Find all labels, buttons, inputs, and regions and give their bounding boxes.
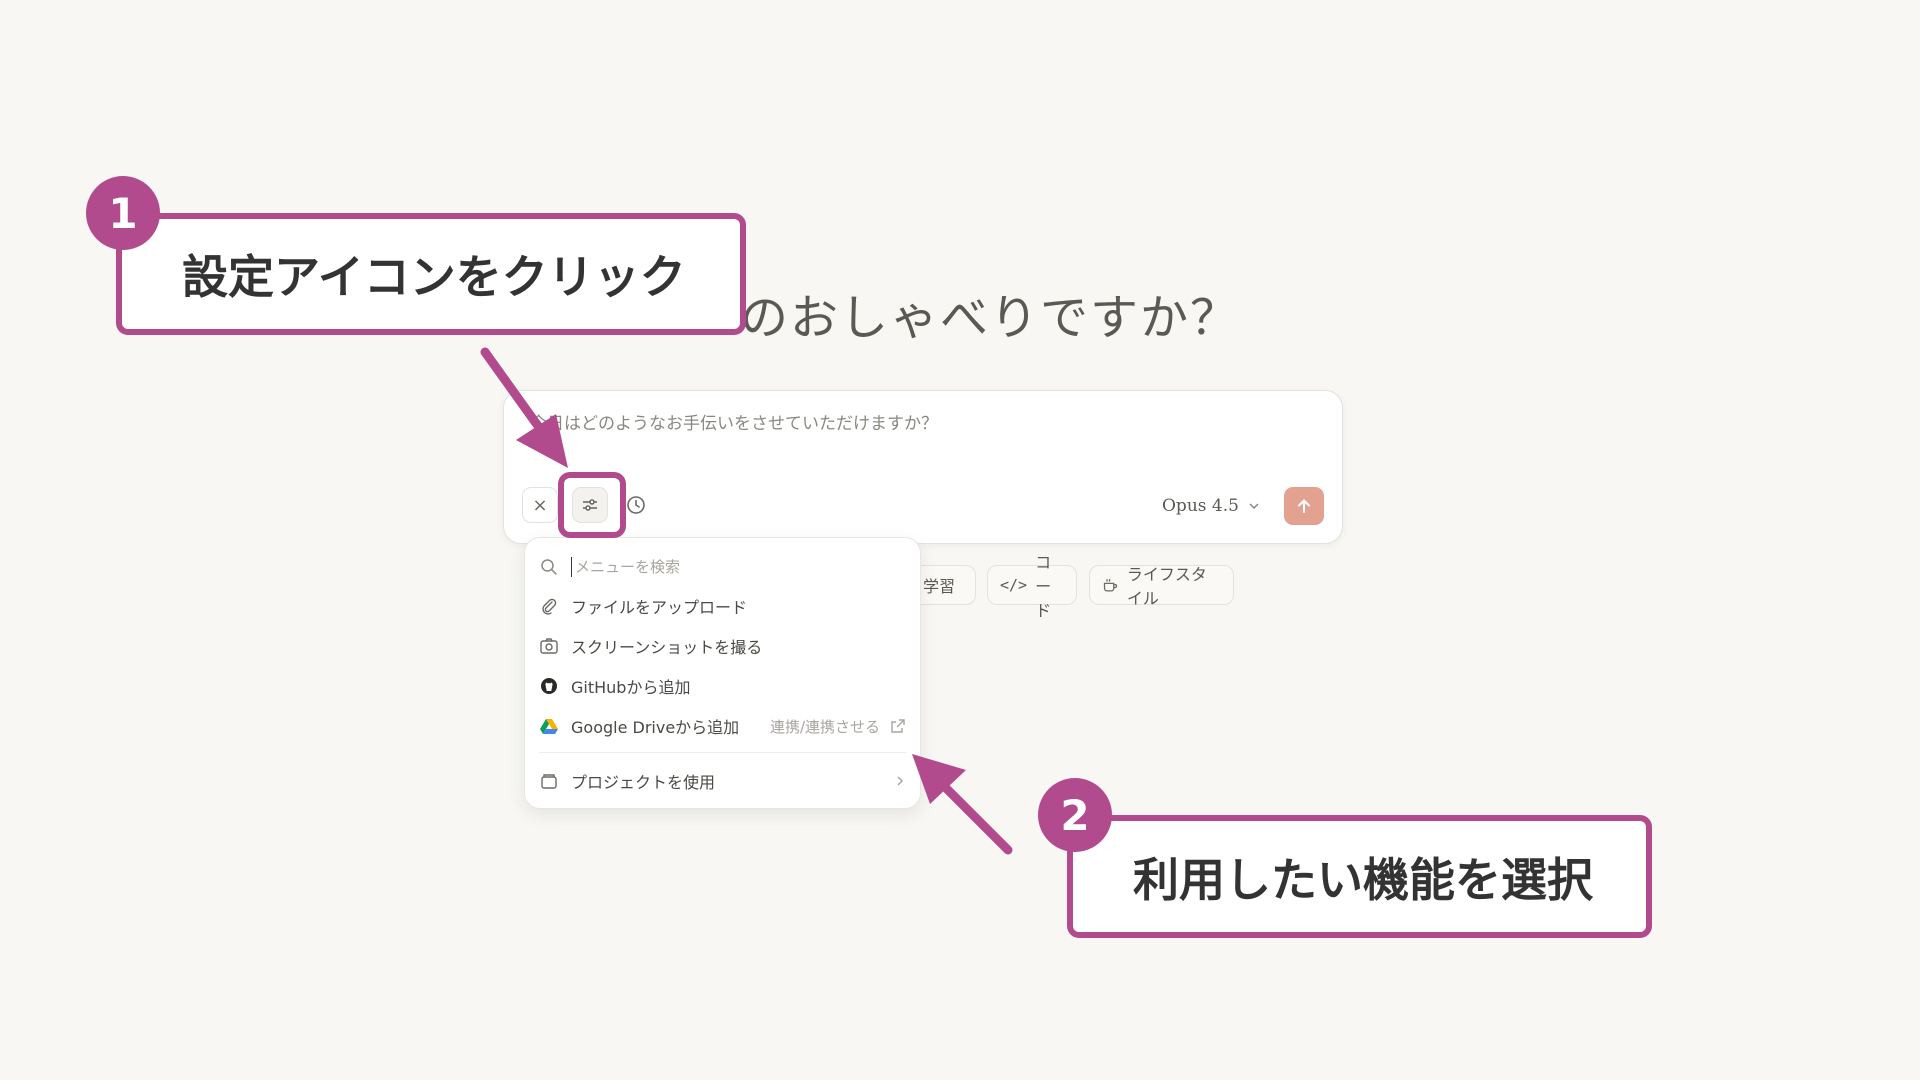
callout-step1-text: 設定アイコンをクリック [182,250,686,304]
menu-item-google-drive[interactable]: Google Driveから追加 連携/連携させる [539,707,906,745]
menu-search-input[interactable] [571,557,897,577]
chip-learn-label: 学習 [923,577,956,596]
menu-item-label: プロジェクトを使用 [571,773,716,792]
chip-code-label: コード [1035,553,1052,620]
callout-step2: 利用したい機能を選択 [1067,815,1652,938]
callout-step1: 設定アイコンをクリック [116,213,746,335]
connect-label: 連携/連携させる [769,717,880,736]
paperclip-icon [542,598,557,615]
project-box-icon [541,774,557,789]
google-drive-icon [540,719,558,734]
chip-code[interactable]: </> コード [987,553,1077,620]
menu-item-project[interactable]: プロジェクトを使用 [539,762,906,800]
settings-dropdown-menu: ファイルをアップロード スクリーンショットを撮る GitHubから追加 Goog… [524,537,921,809]
chat-input[interactable] [528,409,1292,439]
menu-item-label: スクリーンショットを撮る [571,638,763,657]
menu-item-screenshot[interactable]: スクリーンショットを撮る [539,627,906,665]
menu-item-label: Google Driveから追加 [571,718,740,737]
github-icon [541,678,557,694]
clock-icon [627,496,645,514]
menu-search [539,548,904,586]
close-menu-button[interactable]: × [522,487,558,523]
submenu-chevron [894,774,906,788]
step2-badge: 2 [1038,778,1112,852]
code-icon: </> [1000,576,1028,594]
settings-highlight-box [558,472,626,538]
callout-step2-text: 利用したい機能を選択 [1133,852,1593,907]
coffee-cup-icon [1103,579,1118,592]
step2-number: 2 [1060,790,1090,840]
external-link-icon [891,719,905,733]
menu-item-label: ファイルをアップロード [571,598,748,617]
chevron-down-icon [1249,503,1259,510]
menu-item-github[interactable]: GitHubから追加 [539,667,906,705]
chip-lifestyle[interactable]: ライフスタイル [1089,565,1234,608]
chevron-right-icon [897,776,904,786]
model-selector[interactable]: Opus 4.5 [1162,488,1272,524]
send-button[interactable] [1284,487,1324,525]
arrow-step2 [912,754,1013,855]
menu-item-upload-file[interactable]: ファイルをアップロード [539,587,906,625]
arrow-up-icon [1298,499,1310,513]
chat-composer: × Opus 4.5 [503,390,1343,544]
google-drive-connect[interactable]: 連携/連携させる [770,716,906,737]
step1-number: 1 [108,188,138,238]
step1-badge: 1 [86,176,160,250]
close-icon: × [532,494,548,516]
model-name: Opus 4.5 [1162,496,1239,516]
chip-lifestyle-label: ライフスタイル [1126,565,1207,608]
search-icon [541,559,557,575]
menu-item-label: GitHubから追加 [571,678,691,697]
menu-divider [539,752,906,753]
greeting-title: のおしゃべりですか？ [740,290,1241,346]
camera-icon [540,638,558,654]
